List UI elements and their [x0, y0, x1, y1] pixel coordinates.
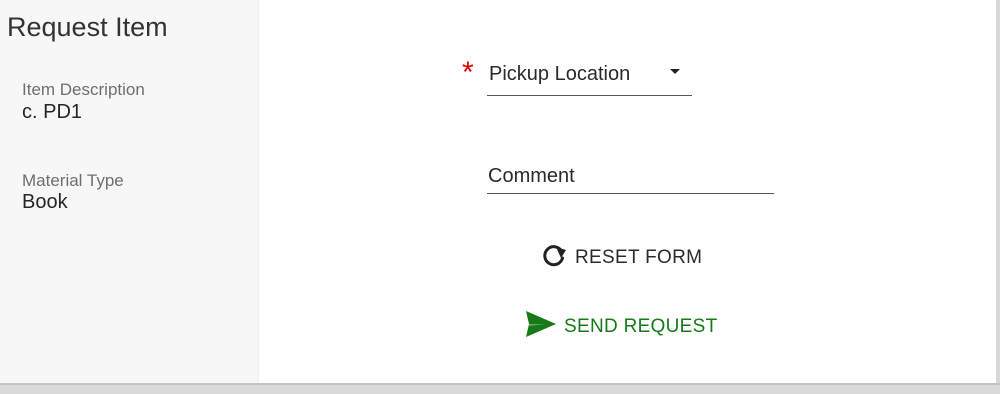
caret-down-icon [670, 69, 680, 74]
window-bottom-edge [0, 383, 1000, 394]
refresh-icon [540, 241, 568, 275]
material-type-value: Book [22, 191, 68, 213]
comment-label: Comment [488, 165, 575, 187]
send-request-button[interactable]: SEND REQUEST [525, 310, 718, 344]
comment-field[interactable]: Comment [487, 160, 774, 194]
required-marker: * [462, 56, 474, 89]
send-request-label: SEND REQUEST [564, 316, 718, 337]
window-right-edge [996, 0, 1000, 383]
pickup-location-label: Pickup Location [489, 63, 631, 85]
item-description-value: c. PD1 [22, 101, 83, 123]
reset-form-button[interactable]: RESET FORM [540, 241, 702, 275]
item-details-panel: Request Item Item Description c. PD1 Mat… [0, 0, 259, 383]
material-type-label: Material Type [22, 171, 124, 190]
panel-title: Request Item [7, 12, 168, 42]
request-item-dialog: Request Item Item Description c. PD1 Mat… [0, 0, 1000, 394]
item-description-label: Item Description [22, 80, 145, 99]
reset-form-label: RESET FORM [575, 247, 703, 268]
send-icon [525, 310, 557, 344]
pickup-location-select[interactable]: Pickup Location [487, 60, 692, 96]
